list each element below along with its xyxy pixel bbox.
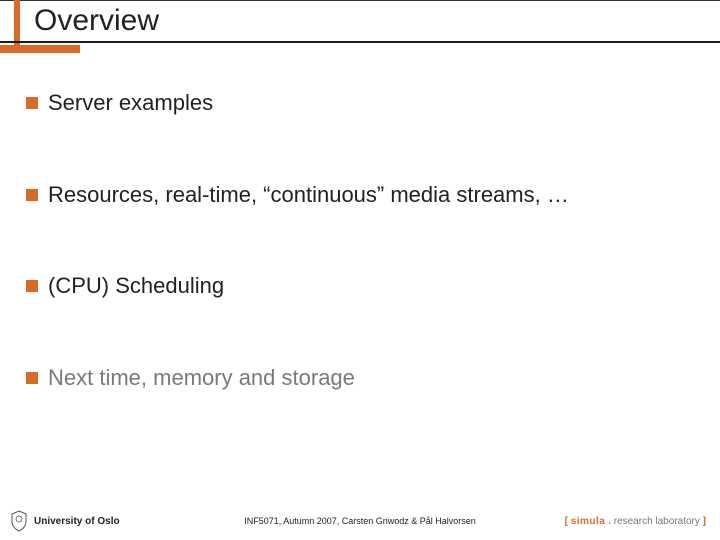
course-info: INF5071, Autumn 2007, Carsten Griwodz & …	[244, 516, 476, 526]
university-crest-icon	[10, 510, 28, 532]
university-name: University of Oslo	[34, 516, 120, 527]
lab-credit: [ simula . research laboratory ]	[565, 516, 706, 527]
list-item: Resources, real-time, “continuous” media…	[26, 181, 694, 209]
bullet-text: Next time, memory and storage	[48, 364, 355, 392]
bullet-icon	[26, 189, 38, 201]
title-area: Overview	[0, 0, 720, 53]
bullet-icon	[26, 280, 38, 292]
bullet-icon	[26, 372, 38, 384]
bullet-text: (CPU) Scheduling	[48, 272, 224, 300]
footer: University of Oslo INF5071, Autumn 2007,…	[0, 510, 720, 532]
list-item: Server examples	[26, 89, 694, 117]
top-rule	[0, 0, 720, 1]
list-item: (CPU) Scheduling	[26, 272, 694, 300]
bullet-list: Server examples Resources, real-time, “c…	[0, 53, 720, 391]
title-underline-accent	[0, 45, 80, 53]
bullet-text: Server examples	[48, 89, 213, 117]
title-accent-bar	[14, 0, 20, 52]
bullet-text: Resources, real-time, “continuous” media…	[48, 181, 569, 209]
bullet-icon	[26, 97, 38, 109]
lab-rest: research laboratory	[614, 516, 700, 527]
bracket-right: ]	[703, 516, 706, 527]
slide: Overview Server examples Resources, real…	[0, 0, 720, 540]
list-item: Next time, memory and storage	[26, 364, 694, 392]
title-underline	[0, 41, 720, 43]
lab-name: simula	[571, 516, 606, 527]
lab-dot: .	[608, 516, 611, 527]
slide-title: Overview	[34, 4, 720, 41]
bracket-left: [	[565, 516, 568, 527]
